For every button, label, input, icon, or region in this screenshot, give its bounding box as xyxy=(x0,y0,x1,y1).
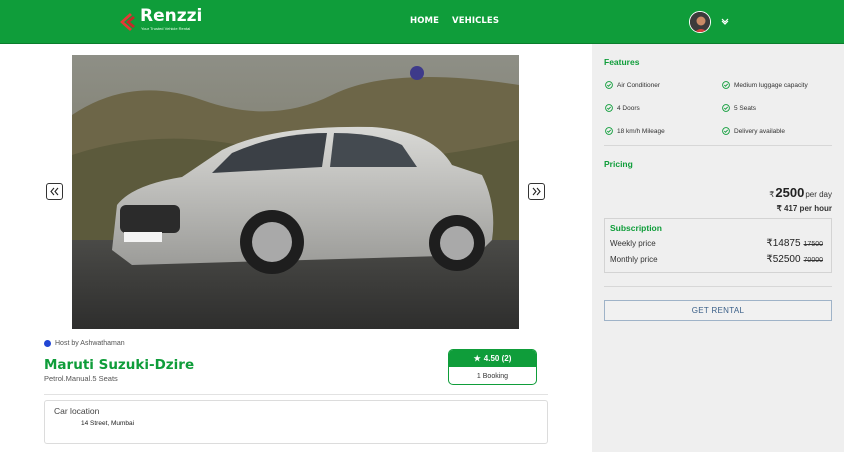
monthly-label: Monthly price xyxy=(610,255,658,264)
rating-value: 4.50 (2) xyxy=(483,354,512,363)
host-info: Host by Ashwathaman xyxy=(44,340,125,347)
avatar-icon xyxy=(690,12,710,32)
car-photo xyxy=(72,55,519,329)
location-card: Car location 14 Street, Mumbai xyxy=(44,400,548,444)
rating-header: ★ 4.50 (2) xyxy=(449,350,536,367)
monthly-price-old: 70000 xyxy=(803,257,823,264)
price-per-day: ₹ 2500 per day xyxy=(769,185,832,200)
feature-label: Delivery available xyxy=(734,127,785,135)
booking-count: 1 Booking xyxy=(476,373,509,380)
divider xyxy=(604,145,832,146)
check-circle-icon xyxy=(722,81,730,89)
feature-item: Air Conditioner xyxy=(605,81,660,89)
location-address: 14 Street, Mumbai xyxy=(81,420,135,427)
divider xyxy=(44,394,548,395)
car-title: Maruti Suzuki-Dzire xyxy=(44,357,195,373)
weekly-price: ₹14875 17500 xyxy=(766,238,823,249)
pricing-title: Pricing xyxy=(604,159,633,169)
check-circle-icon xyxy=(605,81,613,89)
star-icon: ★ xyxy=(473,354,481,363)
currency-symbol: ₹ xyxy=(769,190,775,199)
car-specs: Petrol.Manual.5 Seats xyxy=(44,374,118,383)
weekly-price-old: 17500 xyxy=(803,241,823,248)
get-rental-button[interactable]: GET RENTAL xyxy=(604,300,832,321)
next-image-button[interactable] xyxy=(528,183,545,200)
top-navbar: Renzzi Your Trusted Vehicle Rental HOME … xyxy=(0,0,844,44)
host-badge-icon xyxy=(44,340,51,347)
chevron-down-icon[interactable] xyxy=(720,16,730,26)
weekly-label: Weekly price xyxy=(610,239,656,248)
price-day-unit: per day xyxy=(805,190,832,199)
brand-name: Renzzi xyxy=(140,6,203,26)
car-image xyxy=(72,55,519,329)
weekly-price-value: ₹14875 xyxy=(766,238,801,249)
price-day-amount: 2500 xyxy=(775,185,805,200)
check-circle-icon xyxy=(722,127,730,135)
monthly-price-value: ₹52500 xyxy=(766,254,801,265)
feature-item: Delivery available xyxy=(722,127,785,135)
feature-label: 18 km/h Mileage xyxy=(617,127,665,135)
double-chevron-left-icon xyxy=(50,187,59,196)
feature-label: 4 Doors xyxy=(617,104,640,112)
feature-item: Medium luggage capacity xyxy=(722,81,808,89)
feature-item: 5 Seats xyxy=(722,104,756,112)
feature-item: 18 km/h Mileage xyxy=(605,127,665,135)
main-nav: HOME VEHICLES xyxy=(410,16,499,26)
logo-icon xyxy=(120,13,135,31)
brand-logo[interactable]: Renzzi Your Trusted Vehicle Rental xyxy=(118,6,202,34)
price-per-hour: ₹ 417 per hour xyxy=(776,204,832,213)
feature-label: Air Conditioner xyxy=(617,81,660,89)
subscription-box: Subscription Weekly price ₹14875 17500 M… xyxy=(604,218,832,273)
check-circle-icon xyxy=(605,104,613,112)
feature-item: 4 Doors xyxy=(605,104,640,112)
nav-vehicles-link[interactable]: VEHICLES xyxy=(452,16,499,26)
prev-image-button[interactable] xyxy=(46,183,63,200)
monthly-price: ₹52500 70000 xyxy=(766,254,823,265)
double-chevron-right-icon xyxy=(532,187,541,196)
host-label: Host by Ashwathaman xyxy=(55,340,125,347)
user-avatar[interactable] xyxy=(689,11,711,33)
location-label: Car location xyxy=(54,406,100,416)
watermark-icon xyxy=(410,66,424,80)
subscription-title: Subscription xyxy=(610,223,662,233)
rating-card[interactable]: ★ 4.50 (2) 1 Booking xyxy=(448,349,537,385)
check-circle-icon xyxy=(722,104,730,112)
check-circle-icon xyxy=(605,127,613,135)
feature-label: 5 Seats xyxy=(734,104,757,112)
brand-tagline: Your Trusted Vehicle Rental xyxy=(141,26,191,31)
nav-home-link[interactable]: HOME xyxy=(410,16,439,26)
feature-label: Medium luggage capacity xyxy=(734,81,808,89)
features-title: Features xyxy=(604,57,640,67)
divider xyxy=(604,286,832,287)
